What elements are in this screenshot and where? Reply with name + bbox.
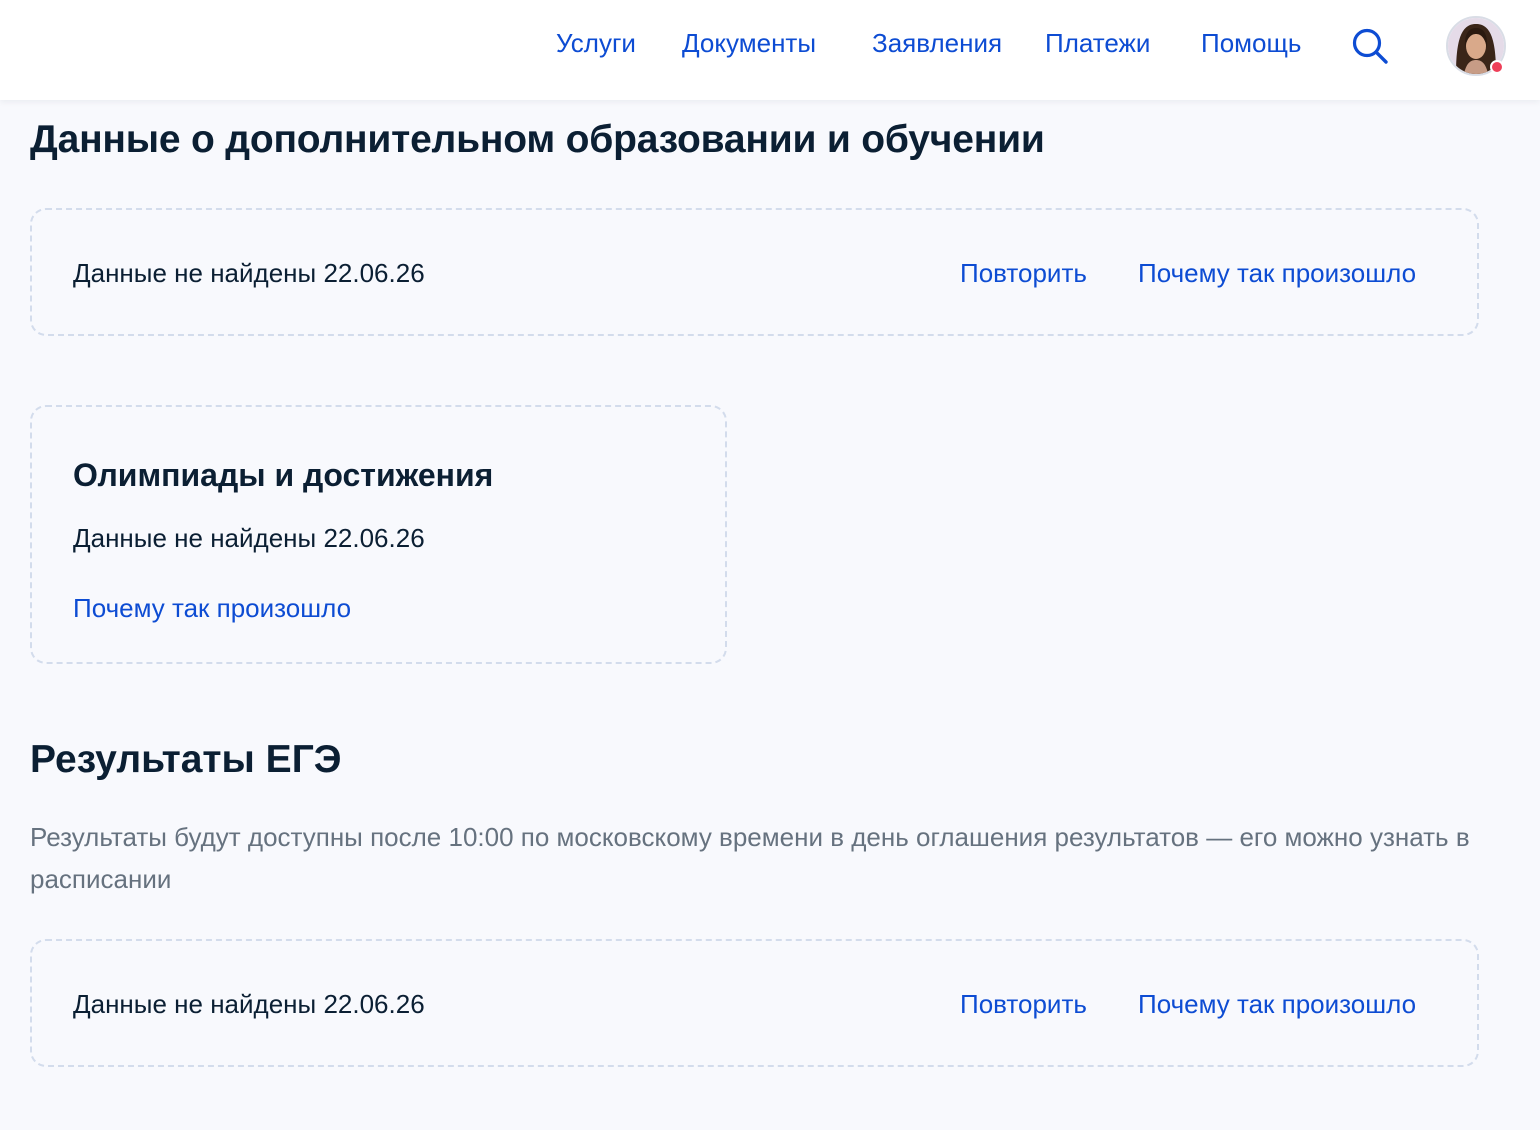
nav-documents[interactable]: Документы	[682, 28, 816, 59]
olympiads-status-text: Данные не найдены 22.06.26	[73, 523, 425, 553]
education-why-link[interactable]: Почему так произошло	[1138, 258, 1416, 289]
page-title: Данные о дополнительном образовании и об…	[30, 118, 1045, 161]
user-avatar-button[interactable]	[1446, 16, 1506, 76]
ege-section-title: Результаты ЕГЭ	[30, 738, 342, 781]
nav-applications[interactable]: Заявления	[872, 28, 1002, 59]
ege-status-card: Данные не найдены 22.06.26 Повторить Поч…	[30, 939, 1479, 1067]
site-header: Услуги Документы Заявления Платежи Помощ…	[0, 0, 1540, 100]
nav-payments[interactable]: Платежи	[1045, 28, 1150, 59]
olympiads-title: Олимпиады и достижения	[73, 457, 494, 493]
notification-dot	[1490, 60, 1504, 74]
olympiads-why-link[interactable]: Почему так произошло	[73, 593, 351, 624]
main-nav: Услуги Документы Заявления Платежи Помощ…	[0, 0, 1540, 92]
ege-description: Результаты будут доступны после 10:00 по…	[30, 822, 1470, 894]
ege-status-text: Данные не найдены 22.06.26	[73, 989, 425, 1019]
ege-why-link[interactable]: Почему так произошло	[1138, 989, 1416, 1020]
search-button[interactable]	[1350, 26, 1390, 66]
education-retry-link[interactable]: Повторить	[960, 258, 1087, 289]
ege-retry-link[interactable]: Повторить	[960, 989, 1087, 1020]
nav-services[interactable]: Услуги	[556, 28, 636, 59]
olympiads-card: Олимпиады и достижения Данные не найдены…	[30, 405, 727, 664]
education-status-text: Данные не найдены 22.06.26	[73, 258, 425, 288]
search-icon	[1352, 28, 1388, 64]
nav-help[interactable]: Помощь	[1201, 28, 1301, 59]
education-status-card: Данные не найдены 22.06.26 Повторить Поч…	[30, 208, 1479, 336]
